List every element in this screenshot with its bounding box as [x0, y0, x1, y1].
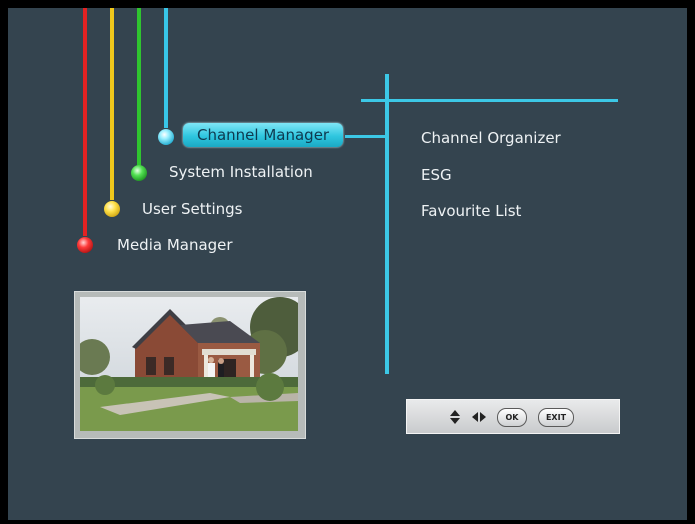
video-preview-frame — [74, 291, 306, 439]
menu-item-channel-manager[interactable]: Channel Manager — [183, 123, 344, 147]
key-hint-bar: OK EXIT — [406, 399, 620, 434]
media-manager-rail — [83, 8, 87, 236]
submenu-item-esg[interactable]: ESG — [421, 166, 452, 184]
system-installation-dot-icon — [131, 165, 147, 181]
submenu-top-line — [361, 99, 618, 102]
user-settings-dot-icon — [104, 201, 120, 217]
media-manager-dot-icon — [77, 237, 93, 253]
user-settings-rail — [110, 8, 114, 200]
submenu-vertical-line — [385, 74, 389, 374]
submenu-item-channel-organizer[interactable]: Channel Organizer — [421, 129, 561, 147]
system-installation-rail — [137, 8, 141, 165]
left-right-arrows-icon — [471, 400, 487, 433]
tv-menu-screen: Channel Manager System Installation User… — [8, 8, 687, 520]
house-scene-image — [80, 297, 298, 431]
submenu-item-favourite-list[interactable]: Favourite List — [421, 202, 521, 220]
channel-manager-rail — [164, 8, 168, 128]
ok-button[interactable]: OK — [497, 408, 527, 427]
house-video-preview — [80, 297, 298, 431]
menu-item-media-manager[interactable]: Media Manager — [117, 236, 233, 254]
channel-manager-dot-icon — [158, 129, 174, 145]
submenu-connector-line — [345, 135, 385, 138]
menu-item-user-settings[interactable]: User Settings — [142, 200, 242, 218]
menu-item-system-installation[interactable]: System Installation — [169, 163, 313, 181]
up-down-arrows-icon — [449, 400, 461, 433]
exit-button[interactable]: EXIT — [538, 408, 574, 427]
